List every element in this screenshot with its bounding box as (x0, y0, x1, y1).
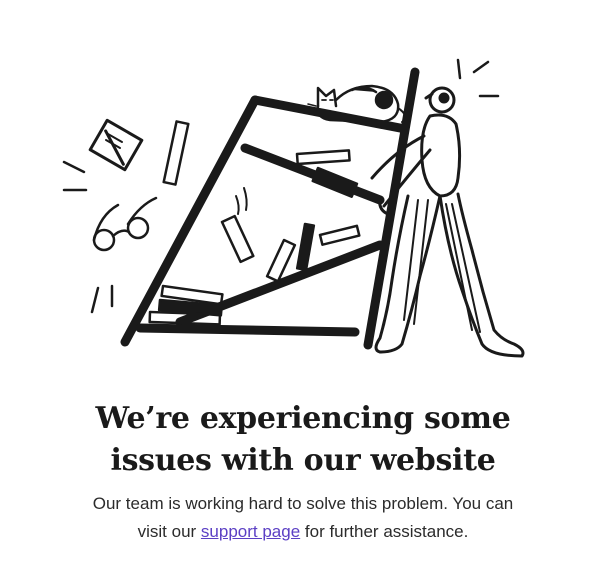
error-page: We’re experiencing some issues with our … (0, 0, 606, 586)
message-prefix: visit our (137, 522, 201, 541)
message-line-1: Our team is working hard to solve this p… (92, 494, 514, 513)
error-message: Our team is working hard to solve this p… (0, 490, 606, 546)
headline-line-1: We’re experiencing some (95, 401, 511, 436)
error-headline: We’re experiencing some issues with our … (0, 398, 606, 482)
falling-bookshelf-illustration (0, 0, 606, 380)
glasses (92, 196, 158, 252)
message-suffix: for further assistance. (300, 522, 469, 541)
flying-book (88, 118, 144, 172)
headline-line-2: issues with our website (110, 443, 496, 478)
support-page-link[interactable]: support page (201, 522, 300, 541)
